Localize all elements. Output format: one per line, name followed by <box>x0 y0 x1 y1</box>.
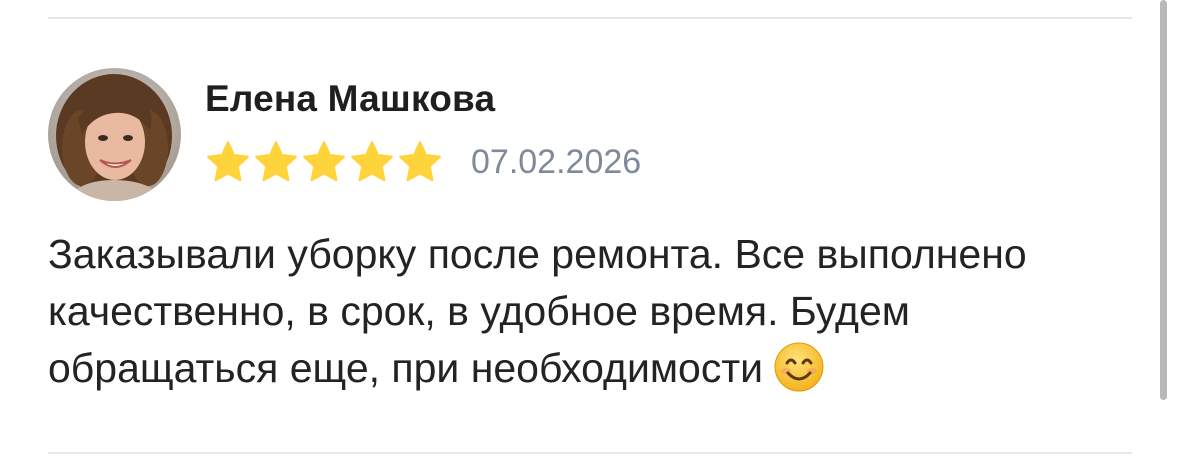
smiling-face-icon <box>774 342 824 392</box>
review-text-line: обращаться еще, при необходимости <box>48 340 1132 397</box>
scrollbar[interactable] <box>1160 0 1167 400</box>
review-text-line: качественно, в срок, в удобное время. Бу… <box>48 288 910 334</box>
avatar-image <box>48 68 181 201</box>
star-icon <box>207 141 249 182</box>
review-text: Заказывали уборку после ремонта. Все вып… <box>48 226 1132 397</box>
review-text-line-part: обращаться еще, при необходимости <box>48 345 764 391</box>
review-date: 07.02.2026 <box>471 142 642 181</box>
star-icon <box>303 141 345 182</box>
rating-stars <box>205 139 443 185</box>
avatar[interactable] <box>48 68 181 201</box>
rating-row: 07.02.2026 <box>205 138 641 186</box>
divider-top <box>48 17 1132 19</box>
star-icon <box>255 141 297 182</box>
star-icon <box>399 141 441 182</box>
star-icon <box>351 141 393 182</box>
review-text-line: Заказывали уборку после ремонта. Все вып… <box>48 231 1027 277</box>
divider-bottom <box>48 452 1132 454</box>
author-name[interactable]: Елена Машкова <box>205 78 495 120</box>
